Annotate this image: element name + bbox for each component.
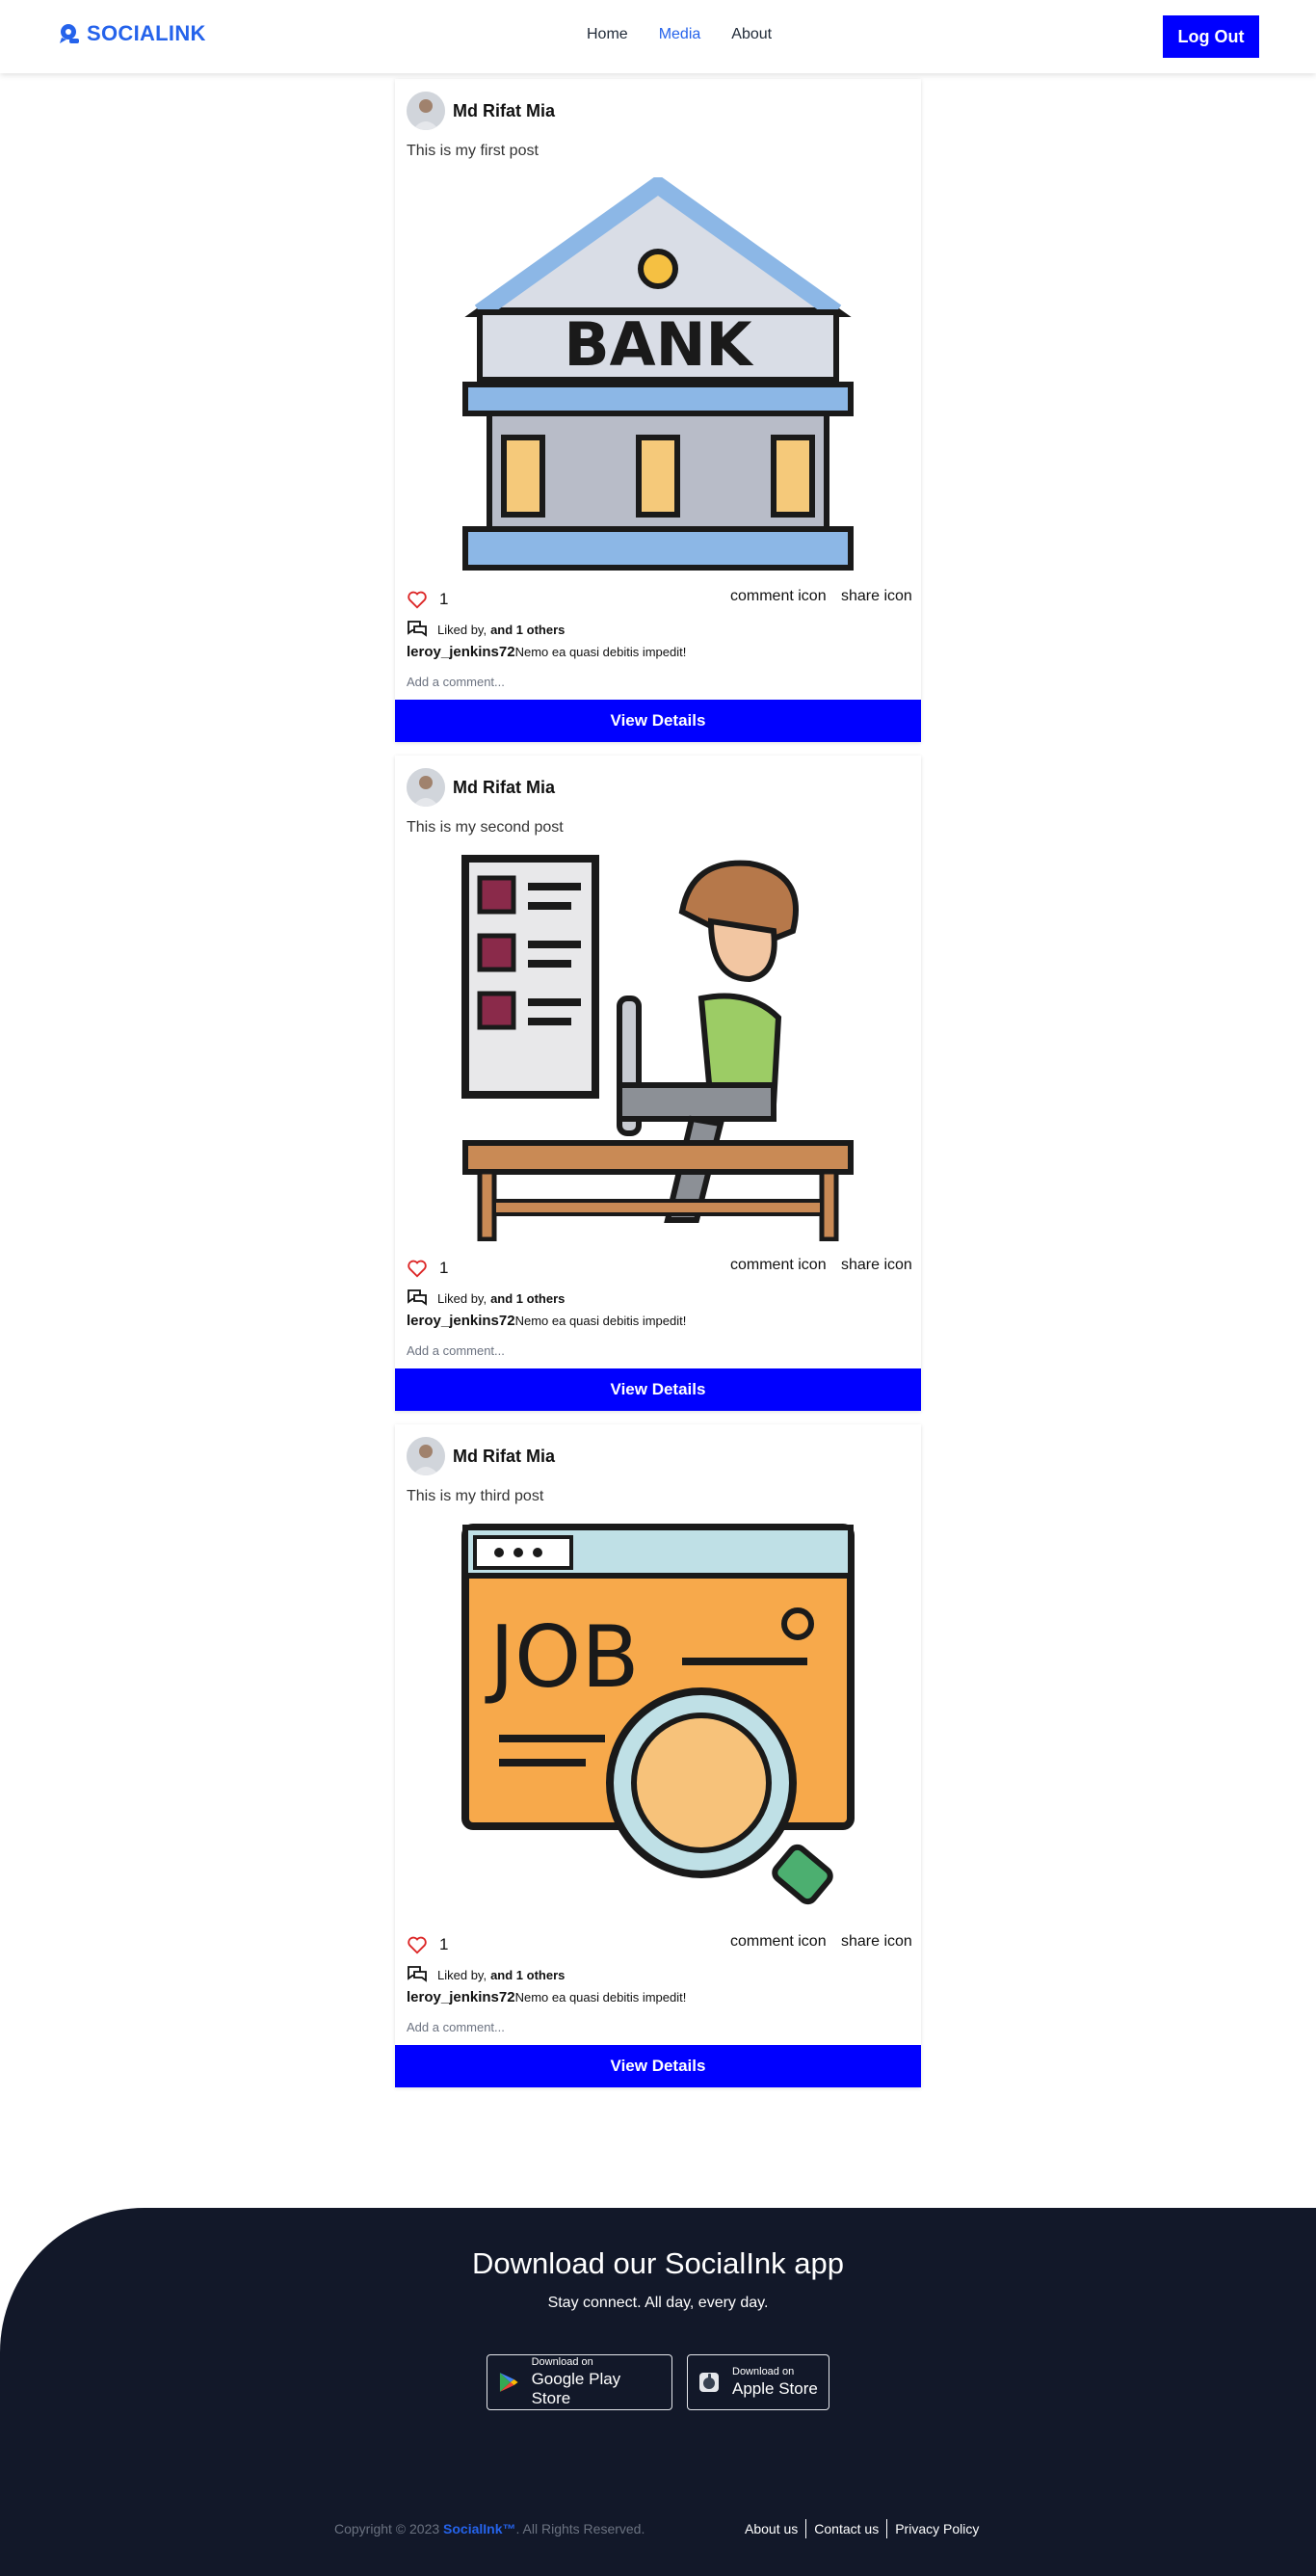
like-count: 1 bbox=[439, 1935, 449, 1953]
post-card: Md Rifat Mia This is my third post JOB 1… bbox=[395, 1424, 921, 2087]
apple-store-small: Download on bbox=[732, 2366, 795, 2377]
nav-about-link[interactable]: About bbox=[731, 26, 772, 43]
comment: leroy_jenkins72 Nemo ea quasi debitis im… bbox=[395, 640, 921, 667]
copyright: Copyright © 2023 SocialInk™. All Rights … bbox=[334, 2521, 645, 2536]
liked-by-prefix: Liked by, bbox=[437, 1967, 487, 1982]
comment: leroy_jenkins72 Nemo ea quasi debitis im… bbox=[395, 1309, 921, 1336]
google-store-name: Google Play Store bbox=[531, 2370, 621, 2407]
logout-button[interactable]: Log Out bbox=[1163, 15, 1259, 58]
comment-user[interactable]: leroy_jenkins72 bbox=[407, 1989, 515, 2005]
liked-by-others[interactable]: and 1 others bbox=[490, 1291, 565, 1306]
comment-user[interactable]: leroy_jenkins72 bbox=[407, 644, 515, 660]
liked-by-others[interactable]: and 1 others bbox=[490, 1968, 565, 1982]
liked-by: Liked by, and 1 others bbox=[395, 611, 921, 640]
add-comment-input[interactable]: Add a comment... bbox=[395, 1336, 921, 1368]
comment-user[interactable]: leroy_jenkins72 bbox=[407, 1313, 515, 1329]
post-author[interactable]: Md Rifat Mia bbox=[453, 1447, 555, 1467]
post-author[interactable]: Md Rifat Mia bbox=[453, 101, 555, 121]
nav-media-link[interactable]: Media bbox=[659, 26, 701, 43]
post-text: This is my first post bbox=[407, 143, 539, 159]
top-navbar: SOCIALINK Home Media About Log Out bbox=[0, 0, 1316, 73]
heart-icon[interactable] bbox=[407, 589, 428, 610]
footer-contact-link[interactable]: Contact us bbox=[814, 2521, 879, 2536]
chat-bubble-logo-icon bbox=[60, 24, 79, 43]
post-header: Md Rifat Mia bbox=[395, 1424, 921, 1475]
copyright-brand[interactable]: SocialInk™ bbox=[443, 2521, 515, 2536]
comment-text: Nemo ea quasi debitis impedit! bbox=[514, 645, 687, 659]
heart-icon[interactable] bbox=[407, 1258, 428, 1279]
liked-by: Liked by, and 1 others bbox=[395, 1956, 921, 1985]
post-header: Md Rifat Mia bbox=[395, 756, 921, 807]
post-actions: 1 comment icon share icon bbox=[395, 1918, 921, 1956]
person-at-desk-icon bbox=[461, 854, 855, 1242]
view-details-button[interactable]: View Details bbox=[395, 2045, 921, 2087]
view-details-button[interactable]: View Details bbox=[395, 700, 921, 742]
footer-subtitle: Stay connect. All day, every day. bbox=[547, 2295, 769, 2311]
google-play-button[interactable]: Download on Google Play Store bbox=[487, 2354, 672, 2410]
post-text: This is my second post bbox=[407, 819, 564, 836]
liked-by-prefix: Liked by, bbox=[437, 622, 487, 637]
svg-text:BANK: BANK bbox=[564, 309, 753, 380]
add-comment-input[interactable]: Add a comment... bbox=[395, 667, 921, 700]
footer-title: Download our SocialInk app bbox=[471, 2246, 845, 2280]
post-header: Md Rifat Mia bbox=[395, 79, 921, 130]
add-comment-input[interactable]: Add a comment... bbox=[395, 2012, 921, 2045]
svg-text:JOB: JOB bbox=[485, 1607, 640, 1707]
comment-button[interactable]: comment icon bbox=[730, 588, 827, 605]
copyright-prefix: Copyright © 2023 bbox=[334, 2521, 440, 2536]
job-search-icon: JOB bbox=[461, 1523, 855, 1918]
footer: Download our SocialInk app Stay connect.… bbox=[0, 2208, 1316, 2576]
footer-privacy-link[interactable]: Privacy Policy bbox=[895, 2521, 979, 2536]
heart-icon[interactable] bbox=[407, 1934, 428, 1955]
comment: leroy_jenkins72 Nemo ea quasi debitis im… bbox=[395, 1985, 921, 2012]
footer-about-link[interactable]: About us bbox=[745, 2521, 798, 2536]
apple-store-button[interactable]: Download on Apple Store bbox=[687, 2354, 829, 2410]
view-details-button[interactable]: View Details bbox=[395, 1368, 921, 1411]
copyright-suffix: . All Rights Reserved. bbox=[515, 2521, 645, 2536]
post-author[interactable]: Md Rifat Mia bbox=[453, 778, 555, 798]
chat-bubbles-icon bbox=[408, 1966, 427, 1982]
comment-button[interactable]: comment icon bbox=[730, 1933, 827, 1951]
comment-button[interactable]: comment icon bbox=[730, 1257, 827, 1274]
liked-by: Liked by, and 1 others bbox=[395, 1280, 921, 1309]
google-play-icon bbox=[499, 2373, 518, 2392]
share-button[interactable]: share icon bbox=[841, 1933, 912, 1951]
share-button[interactable]: share icon bbox=[841, 588, 912, 605]
apple-store-name: Apple Store bbox=[732, 2379, 818, 2398]
brand-name: SOCIALINK bbox=[87, 21, 206, 45]
post-card: Md Rifat Mia This is my second post 1 co… bbox=[395, 756, 921, 1411]
nav-home-link[interactable]: Home bbox=[587, 26, 628, 43]
liked-by-others[interactable]: and 1 others bbox=[490, 623, 565, 637]
nav-links: Home Media About bbox=[587, 26, 772, 43]
divider bbox=[805, 2519, 807, 2538]
share-button[interactable]: share icon bbox=[841, 1257, 912, 1274]
liked-by-prefix: Liked by, bbox=[437, 1290, 487, 1306]
post-card: Md Rifat Mia This is my first post BANK bbox=[395, 79, 921, 742]
google-store-small: Download on bbox=[531, 2356, 593, 2368]
post-text: This is my third post bbox=[407, 1488, 544, 1504]
post-actions: 1 comment icon share icon bbox=[395, 572, 921, 611]
comment-text: Nemo ea quasi debitis impedit! bbox=[514, 1990, 687, 2005]
like-count: 1 bbox=[439, 1259, 449, 1277]
chat-bubbles-icon bbox=[408, 621, 427, 637]
post-actions: 1 comment icon share icon bbox=[395, 1241, 921, 1280]
comment-text: Nemo ea quasi debitis impedit! bbox=[514, 1314, 687, 1328]
avatar[interactable] bbox=[407, 92, 445, 130]
post-feed: Md Rifat Mia This is my first post BANK bbox=[395, 79, 921, 2101]
avatar[interactable] bbox=[407, 1437, 445, 1475]
bank-icon: BANK bbox=[461, 173, 855, 572]
like-count: 1 bbox=[439, 590, 449, 608]
chat-bubbles-icon bbox=[408, 1289, 427, 1306]
footer-links: About us Contact us Privacy Policy bbox=[745, 2519, 979, 2538]
brand[interactable]: SOCIALINK bbox=[58, 21, 206, 46]
divider bbox=[886, 2519, 888, 2538]
apple-store-icon bbox=[699, 2373, 719, 2392]
avatar[interactable] bbox=[407, 768, 445, 807]
